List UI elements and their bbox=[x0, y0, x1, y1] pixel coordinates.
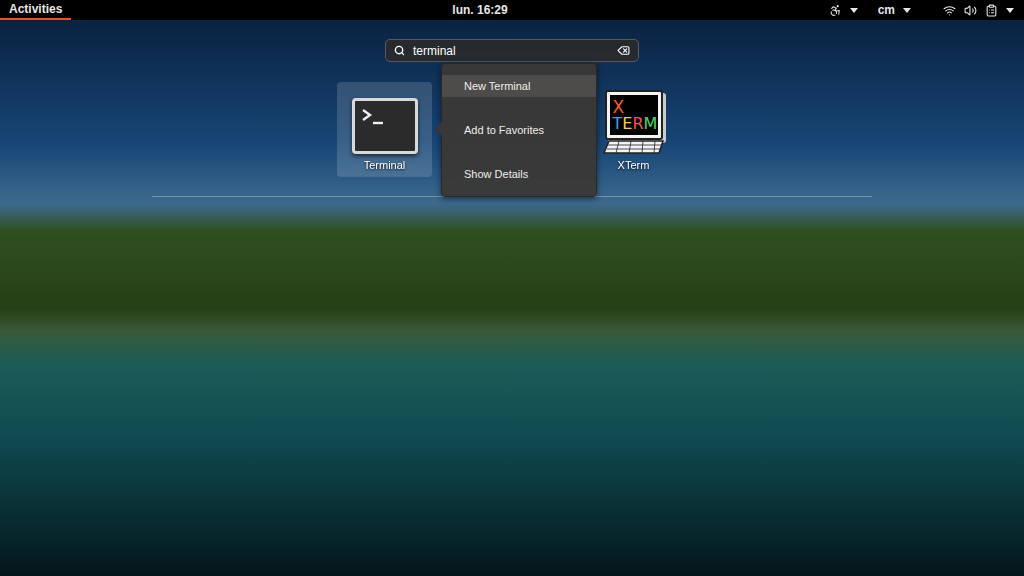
menu-arrow bbox=[435, 122, 442, 136]
xterm-icon-term: TERM bbox=[613, 116, 658, 132]
battery-icon[interactable] bbox=[985, 4, 998, 17]
xterm-icon-x: X bbox=[613, 99, 625, 116]
dropdown-arrow-icon bbox=[850, 8, 858, 13]
activities-button[interactable]: Activities bbox=[0, 0, 71, 20]
desktop: Activities lun. 16:29 cm terminal Terminal XT… bbox=[0, 0, 1024, 576]
xterm-app-icon: XTERM bbox=[603, 90, 665, 154]
context-menu: New Terminal Add to Favorites Show Details bbox=[441, 63, 597, 197]
volume-icon[interactable] bbox=[964, 4, 977, 17]
status-area: cm bbox=[829, 1, 1024, 19]
dropdown-arrow-icon bbox=[903, 8, 911, 13]
top-bar: Activities lun. 16:29 cm bbox=[0, 0, 1024, 20]
search-icon bbox=[394, 45, 405, 56]
app-result[interactable]: XTERM XTerm bbox=[586, 82, 681, 177]
keyboard-layout[interactable]: cm bbox=[878, 1, 895, 19]
clear-icon[interactable] bbox=[617, 44, 630, 57]
prompt-icon bbox=[361, 107, 391, 127]
dropdown-arrow-icon bbox=[1006, 8, 1014, 13]
search-field[interactable]: terminal bbox=[385, 39, 639, 62]
menu-item[interactable]: New Terminal bbox=[442, 75, 596, 97]
keyboard-icon bbox=[603, 140, 665, 154]
app-label: XTerm bbox=[618, 158, 650, 172]
app-label: Terminal bbox=[364, 158, 406, 172]
terminal-app-icon bbox=[352, 98, 418, 154]
search-text: terminal bbox=[413, 42, 609, 60]
accessibility-icon[interactable] bbox=[829, 4, 842, 17]
menu-item[interactable]: Show Details bbox=[442, 163, 596, 185]
clock[interactable]: lun. 16:29 bbox=[452, 1, 507, 19]
overview: terminal Terminal XTERM XTerm New Terminal Ad… bbox=[0, 20, 1024, 576]
menu-item[interactable]: Add to Favorites bbox=[442, 119, 596, 141]
app-result[interactable]: Terminal bbox=[337, 82, 432, 177]
wifi-icon[interactable] bbox=[943, 4, 956, 17]
